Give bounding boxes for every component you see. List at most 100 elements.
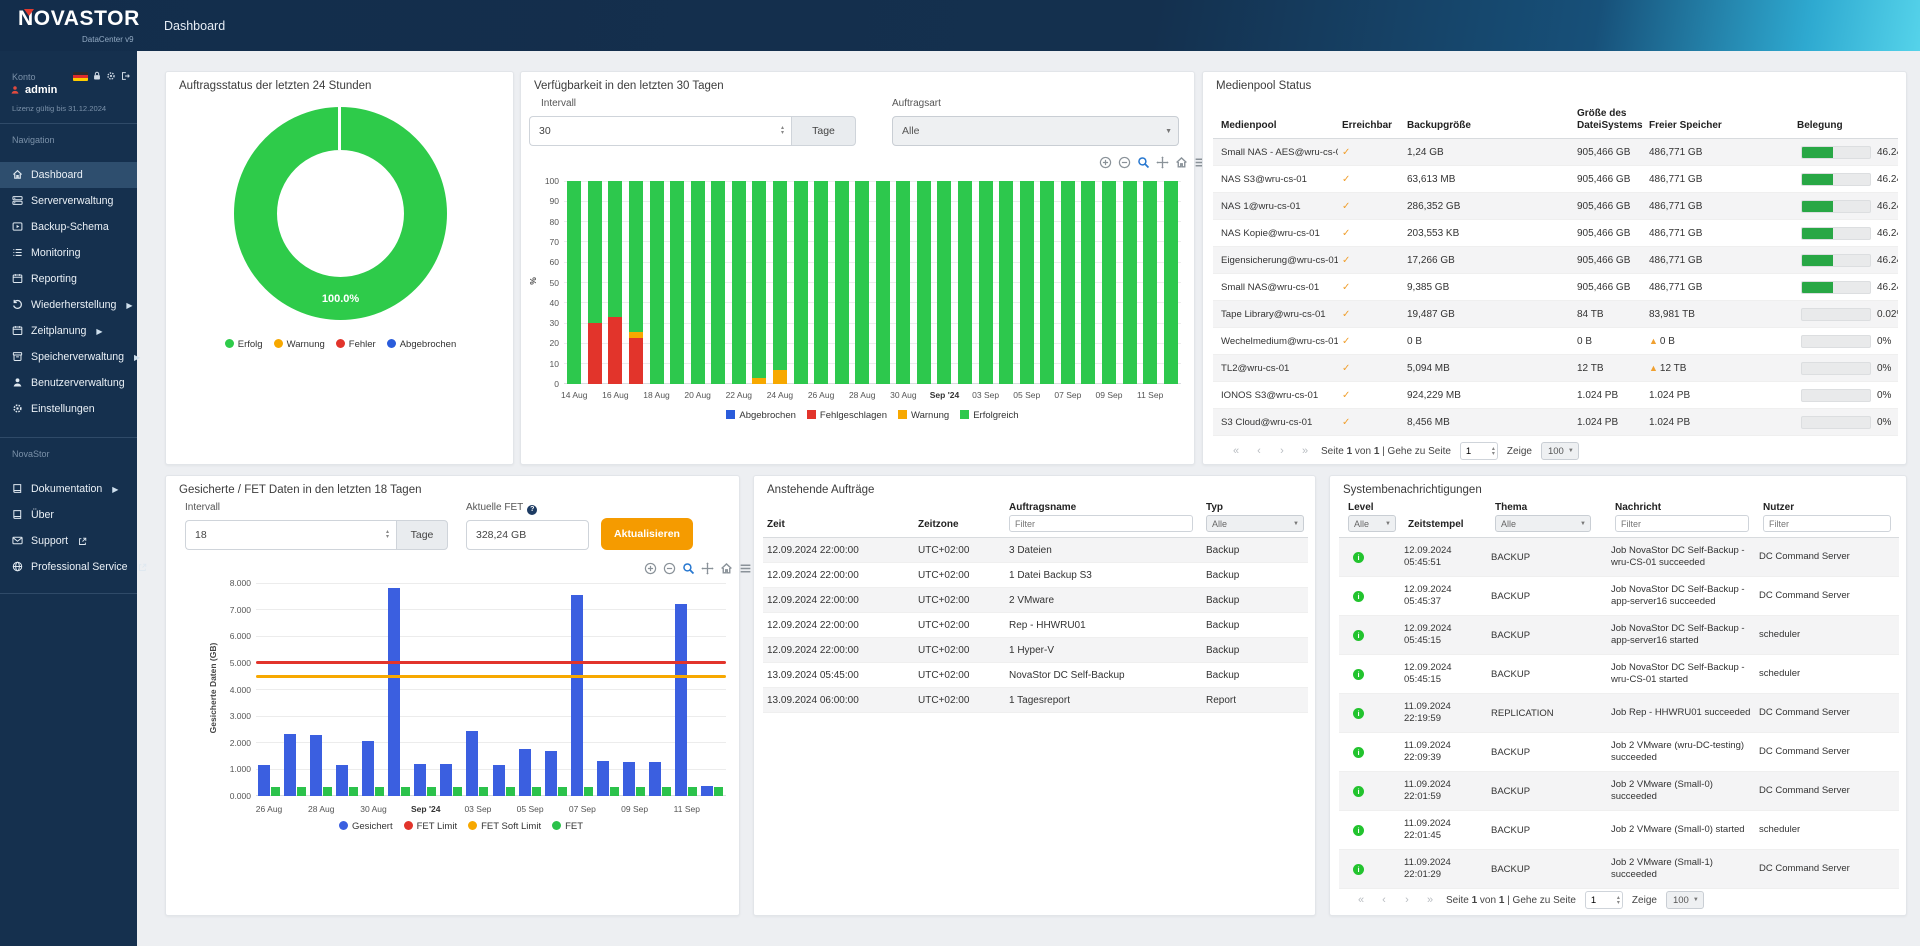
current-fet-input[interactable] <box>466 520 589 550</box>
availability-bar <box>1123 181 1137 384</box>
sidebar-item-speicherverwaltung[interactable]: Speicherverwaltung▶ <box>0 344 137 370</box>
interval-label: Intervall <box>541 98 576 109</box>
legend-item-abgebrochen[interactable]: Abgebrochen <box>726 410 796 421</box>
menu-icon[interactable] <box>739 562 752 575</box>
first-page-button[interactable]: « <box>1354 894 1368 906</box>
bar-segment <box>1123 181 1137 384</box>
zoom-out-icon[interactable] <box>663 562 676 575</box>
legend-item-fet-limit[interactable]: FET Limit <box>404 821 457 832</box>
pan-icon[interactable] <box>701 562 714 575</box>
first-page-button[interactable]: « <box>1229 445 1243 457</box>
bar-segment <box>999 181 1013 384</box>
sidebar-item-einstellungen[interactable]: Einstellungen <box>0 396 137 422</box>
last-page-button[interactable]: » <box>1298 445 1312 457</box>
legend-item-fet-soft-limit[interactable]: FET Soft Limit <box>468 821 541 832</box>
filesystem-size: 905,466 GB <box>1573 228 1645 239</box>
divider <box>0 593 137 594</box>
sidebar-item-zeitplanung[interactable]: Zeitplanung▶ <box>0 318 137 344</box>
goto-label: | Gehe zu Seite <box>1379 446 1451 457</box>
nutzer-filter-input[interactable] <box>1763 515 1891 532</box>
next-page-button[interactable]: › <box>1275 445 1289 457</box>
page-size-select[interactable]: 100▼ <box>1666 891 1704 909</box>
y-tick-label: 40 <box>531 298 559 308</box>
sidebar-item-support[interactable]: Support <box>0 528 137 554</box>
sidebar-item-ber[interactable]: Über <box>0 502 137 528</box>
legend-item-abgebrochen[interactable]: Abgebrochen <box>387 339 457 350</box>
interval-input[interactable] <box>529 116 791 146</box>
interval-input[interactable] <box>185 520 396 550</box>
typ-select[interactable]: Alle ▼ <box>1206 515 1304 532</box>
gesichert-bar <box>258 765 270 796</box>
zoom-select-icon[interactable] <box>1137 156 1150 169</box>
divider <box>0 437 137 438</box>
sidebar-item-monitoring[interactable]: Monitoring <box>0 240 137 266</box>
pan-icon[interactable] <box>1156 156 1169 169</box>
availability-bar <box>1164 181 1178 384</box>
legend-item-fehler[interactable]: Fehler <box>336 339 376 350</box>
logout-icon[interactable] <box>120 71 130 81</box>
language-flag-icon[interactable] <box>73 72 88 81</box>
reachable-cell: ✓ <box>1338 147 1403 158</box>
bar-segment <box>732 181 746 384</box>
previous-page-button[interactable]: ‹ <box>1252 445 1266 457</box>
message-cell: Job 2 VMware (Small-1) succeeded <box>1607 857 1755 881</box>
timestamp-time: 05:45:51 <box>1404 557 1483 569</box>
sidebar-item-dashboard[interactable]: Dashboard <box>0 162 137 188</box>
zoom-in-icon[interactable] <box>644 562 657 575</box>
column-header-belegung: Belegung <box>1793 120 1898 138</box>
message-cell: Job NovaStor DC Self-Backup - wru-CS-01 … <box>1607 662 1755 686</box>
reset-axes-icon[interactable] <box>720 562 733 575</box>
number-stepper[interactable]: ▴▾ <box>1492 443 1495 461</box>
thema-cell: BACKUP <box>1487 591 1607 602</box>
timestamp-date: 11.09.2024 <box>1404 701 1483 713</box>
jobtype-select[interactable]: Alle ▼ <box>892 116 1179 146</box>
sidebar-item-backup-schema[interactable]: Backup-Schema <box>0 214 137 240</box>
level-select[interactable]: Alle ▼ <box>1348 515 1396 532</box>
x-tick-label: 28 Aug <box>295 804 347 814</box>
lock-icon[interactable] <box>92 71 102 81</box>
fet-data-card: Gesicherte / FET Daten in den letzten 18… <box>165 475 740 916</box>
zoom-in-icon[interactable] <box>1099 156 1112 169</box>
legend-item-gesichert[interactable]: Gesichert <box>339 821 393 832</box>
next-page-button[interactable]: › <box>1400 894 1414 906</box>
legend-item-fehlgeschlagen[interactable]: Fehlgeschlagen <box>807 410 887 421</box>
legend-swatch <box>898 410 907 419</box>
legend-item-warnung[interactable]: Warnung <box>898 410 949 421</box>
filesystem-size: 12 TB <box>1573 363 1645 374</box>
sidebar-item-dokumentation[interactable]: Dokumentation▶ <box>0 476 137 502</box>
number-stepper[interactable]: ▴▾ <box>386 520 389 550</box>
current-user[interactable]: admin <box>10 84 57 96</box>
job-time: 12.09.2024 22:00:00 <box>763 570 914 581</box>
previous-page-button[interactable]: ‹ <box>1377 894 1391 906</box>
job-time: 13.09.2024 06:00:00 <box>763 695 914 706</box>
x-tick-label: 11 Sep <box>1124 390 1176 400</box>
zoom-out-icon[interactable] <box>1118 156 1131 169</box>
reachable-cell: ✓ <box>1338 309 1403 320</box>
refresh-button[interactable]: Aktualisieren <box>601 518 693 550</box>
legend-item-fet[interactable]: FET <box>552 821 583 832</box>
help-icon[interactable]: ? <box>527 505 537 515</box>
legend-item-erfolg[interactable]: Erfolg <box>225 339 263 350</box>
sidebar-item-professional-service[interactable]: Professional Service <box>0 554 137 580</box>
gear-icon[interactable] <box>106 71 116 81</box>
free-space: 486,771 GB <box>1645 282 1793 293</box>
availability-bar <box>567 181 581 384</box>
thema-select[interactable]: Alle ▼ <box>1495 515 1591 532</box>
y-tick-label: 5.000 <box>218 658 251 668</box>
number-stepper[interactable]: ▴▾ <box>1617 892 1620 910</box>
reset-axes-icon[interactable] <box>1175 156 1188 169</box>
legend-item-erfolgreich[interactable]: Erfolgreich <box>960 410 1018 421</box>
legend-item-warnung[interactable]: Warnung <box>274 339 325 350</box>
card-title: Gesicherte / FET Daten in den letzten 18… <box>179 484 422 496</box>
auftragsname-filter-input[interactable] <box>1009 515 1193 532</box>
number-stepper[interactable]: ▴▾ <box>781 116 784 146</box>
sidebar-item-benutzerverwaltung[interactable]: Benutzerverwaltung <box>0 370 137 396</box>
sidebar-item-reporting[interactable]: Reporting <box>0 266 137 292</box>
usage-track <box>1801 362 1871 375</box>
sidebar-item-wiederherstellung[interactable]: Wiederherstellung▶ <box>0 292 137 318</box>
page-size-select[interactable]: 100▼ <box>1541 442 1579 460</box>
nachricht-filter-input[interactable] <box>1615 515 1749 532</box>
last-page-button[interactable]: » <box>1423 894 1437 906</box>
sidebar-item-serververwaltung[interactable]: Serververwaltung <box>0 188 137 214</box>
zoom-select-icon[interactable] <box>682 562 695 575</box>
